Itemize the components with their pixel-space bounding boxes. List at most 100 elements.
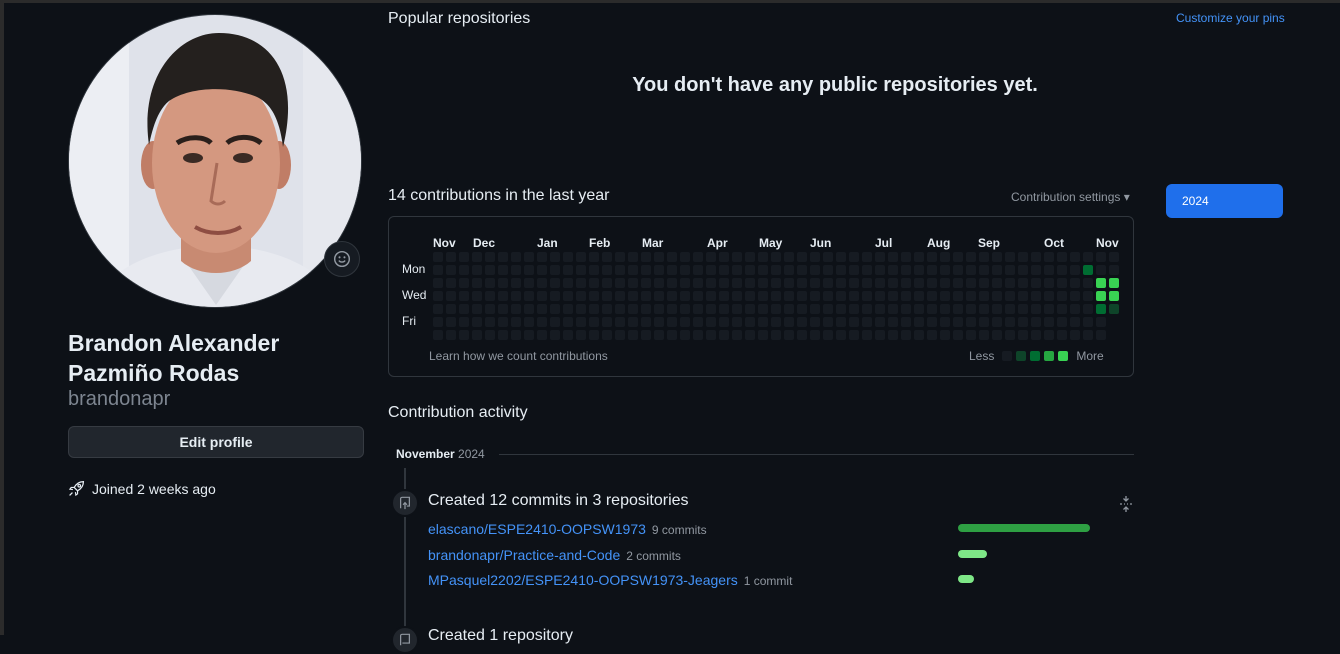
contribution-day-cell[interactable] [472, 252, 482, 262]
learn-contributions-link[interactable]: Learn how we count contributions [429, 349, 608, 363]
contribution-day-cell[interactable] [628, 252, 638, 262]
contribution-day-cell[interactable] [602, 291, 612, 301]
contribution-day-cell[interactable] [563, 252, 573, 262]
contribution-day-cell[interactable] [914, 252, 924, 262]
contribution-day-cell[interactable] [979, 304, 989, 314]
contribution-day-cell[interactable] [875, 252, 885, 262]
contribution-day-cell[interactable] [849, 330, 859, 340]
contribution-day-cell[interactable] [576, 330, 586, 340]
contribution-day-cell[interactable] [888, 265, 898, 275]
contribution-day-cell[interactable] [706, 252, 716, 262]
contribution-day-cell[interactable] [1083, 330, 1093, 340]
contribution-day-cell[interactable] [433, 278, 443, 288]
contribution-day-cell[interactable] [472, 278, 482, 288]
contribution-day-cell[interactable] [901, 265, 911, 275]
contribution-day-cell[interactable] [550, 317, 560, 327]
contribution-day-cell[interactable] [966, 252, 976, 262]
contribution-day-cell[interactable] [589, 291, 599, 301]
contribution-day-cell[interactable] [550, 278, 560, 288]
contribution-day-cell[interactable] [888, 330, 898, 340]
contribution-day-cell[interactable] [602, 278, 612, 288]
contribution-day-cell[interactable] [732, 265, 742, 275]
contribution-day-cell[interactable] [966, 330, 976, 340]
contribution-day-cell[interactable] [589, 278, 599, 288]
contribution-day-cell[interactable] [992, 330, 1002, 340]
contribution-day-cell[interactable] [524, 278, 534, 288]
contribution-day-cell[interactable] [940, 278, 950, 288]
contribution-day-cell[interactable] [485, 252, 495, 262]
contribution-day-cell[interactable] [485, 317, 495, 327]
contribution-day-cell[interactable] [797, 291, 807, 301]
contribution-day-cell[interactable] [563, 317, 573, 327]
contribution-day-cell[interactable] [992, 278, 1002, 288]
contribution-day-cell[interactable] [459, 330, 469, 340]
contribution-day-cell[interactable] [875, 278, 885, 288]
contribution-day-cell[interactable] [693, 291, 703, 301]
contribution-day-cell[interactable] [524, 304, 534, 314]
contribution-day-cell[interactable] [901, 330, 911, 340]
contribution-day-cell[interactable] [1005, 278, 1015, 288]
contribution-day-cell[interactable] [797, 278, 807, 288]
contribution-day-cell[interactable] [667, 317, 677, 327]
contribution-day-cell[interactable] [433, 252, 443, 262]
contribution-day-cell[interactable] [849, 291, 859, 301]
contribution-day-cell[interactable] [1096, 304, 1106, 314]
contribution-day-cell[interactable] [771, 317, 781, 327]
contribution-day-cell[interactable] [1031, 291, 1041, 301]
contribution-day-cell[interactable] [745, 317, 755, 327]
year-2024-button[interactable]: 2024 [1166, 184, 1283, 218]
contribution-day-cell[interactable] [1109, 278, 1119, 288]
contribution-day-cell[interactable] [745, 304, 755, 314]
contribution-day-cell[interactable] [797, 330, 807, 340]
contribution-day-cell[interactable] [888, 304, 898, 314]
contribution-day-cell[interactable] [706, 330, 716, 340]
contribution-day-cell[interactable] [511, 278, 521, 288]
contribution-day-cell[interactable] [1096, 291, 1106, 301]
contribution-day-cell[interactable] [953, 278, 963, 288]
contribution-day-cell[interactable] [784, 304, 794, 314]
contribution-day-cell[interactable] [810, 317, 820, 327]
contribution-day-cell[interactable] [654, 252, 664, 262]
contribution-day-cell[interactable] [472, 304, 482, 314]
contribution-day-cell[interactable] [1044, 317, 1054, 327]
contribution-day-cell[interactable] [784, 252, 794, 262]
contribution-day-cell[interactable] [537, 265, 547, 275]
contribution-day-cell[interactable] [862, 252, 872, 262]
contribution-day-cell[interactable] [1070, 317, 1080, 327]
contribution-day-cell[interactable] [797, 317, 807, 327]
contribution-day-cell[interactable] [680, 317, 690, 327]
contribution-day-cell[interactable] [680, 291, 690, 301]
contribution-day-cell[interactable] [940, 330, 950, 340]
contribution-day-cell[interactable] [745, 330, 755, 340]
edit-profile-button[interactable]: Edit profile [68, 426, 364, 458]
contribution-day-cell[interactable] [628, 265, 638, 275]
contribution-day-cell[interactable] [1057, 330, 1067, 340]
contribution-day-cell[interactable] [433, 291, 443, 301]
contribution-day-cell[interactable] [498, 291, 508, 301]
contribution-day-cell[interactable] [641, 265, 651, 275]
contribution-day-cell[interactable] [628, 278, 638, 288]
contribution-day-cell[interactable] [784, 291, 794, 301]
contribution-day-cell[interactable] [446, 265, 456, 275]
contribution-day-cell[interactable] [693, 304, 703, 314]
contribution-day-cell[interactable] [706, 291, 716, 301]
contribution-day-cell[interactable] [888, 278, 898, 288]
repo-link[interactable]: brandonapr/Practice-and-Code [428, 547, 620, 563]
contribution-day-cell[interactable] [1031, 304, 1041, 314]
contribution-day-cell[interactable] [914, 278, 924, 288]
contribution-day-cell[interactable] [1057, 291, 1067, 301]
contribution-day-cell[interactable] [1070, 265, 1080, 275]
contribution-day-cell[interactable] [901, 304, 911, 314]
contribution-day-cell[interactable] [654, 330, 664, 340]
contribution-day-cell[interactable] [940, 252, 950, 262]
contribution-day-cell[interactable] [459, 317, 469, 327]
contribution-day-cell[interactable] [771, 252, 781, 262]
contribution-day-cell[interactable] [446, 291, 456, 301]
contribution-day-cell[interactable] [472, 317, 482, 327]
contribution-day-cell[interactable] [667, 330, 677, 340]
repo-link[interactable]: MPasquel2202/ESPE2410-OOPSW1973-Jeagers [428, 572, 738, 588]
contribution-day-cell[interactable] [615, 330, 625, 340]
contribution-day-cell[interactable] [745, 278, 755, 288]
contribution-day-cell[interactable] [472, 291, 482, 301]
contribution-day-cell[interactable] [706, 317, 716, 327]
